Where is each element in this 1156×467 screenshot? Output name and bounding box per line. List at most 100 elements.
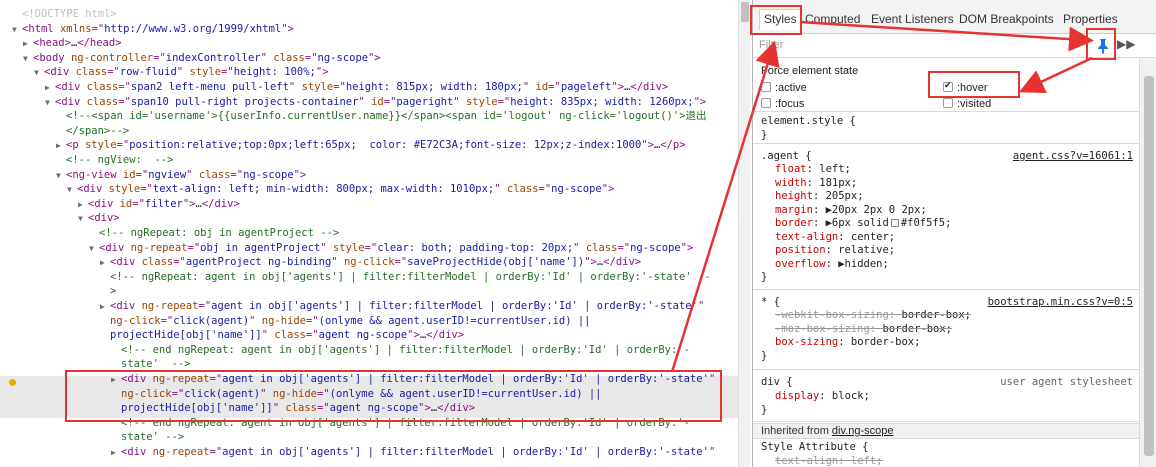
styles-filter-input[interactable]: Filter — [759, 39, 783, 51]
state-focus-option[interactable]: :focus — [761, 98, 804, 110]
dom-node-line[interactable]: > — [100, 284, 116, 298]
dom-node-line[interactable]: ▶ <p style="position:relative;top:0px;lef… — [56, 138, 686, 152]
rule-selector: div { — [761, 376, 793, 388]
css-property[interactable]: -webkit-box-sizing: border-box; — [775, 309, 971, 323]
dom-node-line[interactable]: state' --> — [111, 430, 184, 444]
annotation-box-hover — [928, 71, 1020, 98]
state-visited-checkbox[interactable] — [943, 98, 953, 108]
dom-node-line[interactable]: ▼ <html xmlns="http://www.w3.org/1999/xht… — [12, 22, 294, 36]
rule-selector[interactable]: element.style { — [761, 115, 856, 129]
dom-node-line[interactable]: ▼ <div ng-repeat="obj in agentProject" st… — [89, 241, 693, 255]
dom-node-line[interactable]: ▶ <div class="span2 left-menu pull-left" … — [45, 80, 668, 94]
css-property[interactable]: box-sizing: border-box; — [775, 336, 920, 350]
state-focus-checkbox[interactable] — [761, 98, 771, 108]
css-property[interactable]: width: 181px; — [775, 177, 857, 191]
dom-node-line[interactable]: <!-- ngView: --> — [56, 153, 173, 167]
dom-token: "> — [584, 256, 597, 269]
dom-token: class — [141, 256, 174, 269]
style-attribute-prop[interactable]: text-align: left; — [775, 455, 882, 467]
dom-node-line[interactable]: ng-click="click(agent)" ng-hide="(onlyme… — [100, 314, 591, 328]
dom-token: =" — [198, 300, 212, 312]
dom-token: span10 pull-right projects-container — [130, 95, 359, 108]
tab-computed[interactable]: Computed — [805, 12, 860, 26]
styles-scroll-thumb[interactable] — [1144, 76, 1154, 456]
dom-token: "> — [601, 183, 615, 196]
dom-node-line[interactable]: <!-- ngRepeat: obj in agentProject --> — [89, 226, 339, 240]
expanded-triangle-icon[interactable]: ▼ — [45, 96, 55, 110]
css-property[interactable]: margin: ▶20px 2px 0 2px; — [775, 204, 927, 218]
css-property[interactable]: float: left; — [775, 163, 851, 177]
dom-token: style — [84, 139, 117, 152]
dom-node-line[interactable]: ▼ <div style="text-align: left; min-width… — [67, 182, 614, 196]
expanded-triangle-icon[interactable]: ▼ — [12, 23, 22, 37]
dom-token: " — [320, 241, 333, 254]
css-property[interactable]: overflow: ▶hidden; — [775, 258, 889, 272]
state-active-checkbox[interactable] — [761, 82, 771, 92]
dom-token: " — [453, 95, 466, 108]
dom-token: =" — [497, 95, 511, 108]
rule-selector[interactable]: * { — [761, 296, 780, 310]
expanded-triangle-icon[interactable]: ▼ — [34, 66, 44, 80]
dom-token: ng-scope — [551, 183, 602, 196]
state-active-option[interactable]: :active — [761, 82, 807, 94]
css-property[interactable]: height: 205px; — [775, 190, 864, 204]
rule-source-link[interactable]: agent.css?v=16061:1 — [1013, 150, 1133, 162]
dom-token: "> — [293, 168, 307, 181]
force-state-title: Force element state — [761, 65, 859, 77]
expanded-triangle-icon[interactable]: ▼ — [56, 169, 66, 183]
dom-token: "> — [693, 95, 707, 108]
rule-selector[interactable]: .agent { — [761, 150, 812, 164]
rule-agent: .agent { agent.css?v=16061:1 float: left… — [753, 144, 1139, 290]
dom-token: </div> — [630, 81, 669, 93]
dom-node-line[interactable]: projectHide[obj['name']]" class="agent n… — [100, 328, 464, 342]
dom-node-line[interactable]: ▼ <div class="span10 pull-right projects-… — [45, 95, 706, 109]
dom-token: "> — [641, 139, 654, 152]
dom-token: </head> — [77, 37, 122, 50]
dom-node-line[interactable]: <!--<span id='username'>{{userInfo.curre… — [56, 109, 707, 123]
css-property[interactable]: text-align: center; — [775, 231, 895, 245]
dom-node-line[interactable]: <!-- ngRepeat: agent in obj['agents'] | … — [100, 270, 711, 284]
dom-node-line[interactable]: ▼ <body ng-controller="indexController" c… — [23, 51, 381, 65]
rule-source-link[interactable]: bootstrap.min.css?v=0:5 — [988, 296, 1133, 308]
double-chevron-icon[interactable]: ▶▶ — [1117, 37, 1135, 51]
collapsed-triangle-icon[interactable]: ▶ — [78, 198, 88, 212]
dom-node-line[interactable]: <!DOCTYPE html> — [12, 7, 117, 21]
tab-event-listeners[interactable]: Event Listeners — [871, 12, 954, 26]
dom-node-line[interactable]: ▶ <div ng-repeat="agent in obj['agents'] … — [100, 299, 704, 313]
collapsed-triangle-icon[interactable]: ▶ — [111, 446, 121, 460]
css-property[interactable]: border: ▶6px solid #f0f5f5; — [775, 217, 951, 231]
css-property[interactable]: display: block; — [775, 390, 870, 404]
tab-properties[interactable]: Properties — [1063, 12, 1118, 26]
dom-node-line[interactable]: ▶ <head>…</head> — [23, 36, 122, 50]
state-visited-option[interactable]: :visited — [943, 98, 991, 110]
css-property[interactable]: position: relative; — [775, 244, 895, 258]
inherited-from-link[interactable]: div.ng-scope — [832, 425, 894, 437]
color-swatch[interactable] — [890, 219, 899, 227]
dom-node-line[interactable]: </span>--> — [56, 124, 129, 138]
dom-token: ng-repeat — [130, 241, 188, 254]
tab-dom-breakpoints[interactable]: DOM Breakpoints — [959, 12, 1054, 26]
dom-node-line[interactable]: <!-- end ngRepeat: agent in obj['agents'… — [111, 343, 690, 357]
dom-node-line[interactable]: ▼ <div class="row-fluid" style="height: 1… — [34, 65, 329, 79]
dom-node-line[interactable]: ▼ <div> — [78, 211, 120, 225]
css-property[interactable]: -moz-box-sizing: border-box; — [775, 323, 952, 337]
collapsed-triangle-icon[interactable]: ▶ — [100, 300, 110, 314]
dom-node-line[interactable]: ▶ <div id="filter">…</div> — [78, 197, 240, 211]
elements-scrollbar[interactable] — [738, 0, 750, 467]
expanded-triangle-icon[interactable]: ▼ — [23, 52, 33, 66]
collapsed-triangle-icon[interactable]: ▶ — [56, 139, 66, 153]
rule-element-style: element.style { } — [753, 112, 1139, 144]
expanded-triangle-icon[interactable]: ▼ — [89, 242, 99, 256]
dom-node-line[interactable]: ▼ <ng-view id="ngview" class="ng-scope"> — [56, 168, 306, 182]
collapsed-triangle-icon[interactable]: ▶ — [100, 256, 110, 270]
collapsed-triangle-icon[interactable]: ▶ — [45, 81, 55, 95]
plus-icon[interactable]: + — [1070, 35, 1079, 53]
dom-token: <ng-view — [66, 168, 123, 181]
styles-scrollbar[interactable] — [1139, 58, 1156, 467]
elements-scroll-thumb[interactable] — [741, 2, 749, 22]
collapsed-triangle-icon[interactable]: ▶ — [23, 37, 33, 51]
expanded-triangle-icon[interactable]: ▼ — [78, 212, 88, 226]
dom-node-line[interactable]: ▶ <div class="agentProject ng-binding" ng… — [100, 255, 641, 269]
dom-node-line[interactable]: ▶ <div ng-repeat="agent in obj['agents'] … — [111, 445, 715, 459]
expanded-triangle-icon[interactable]: ▼ — [67, 183, 77, 197]
